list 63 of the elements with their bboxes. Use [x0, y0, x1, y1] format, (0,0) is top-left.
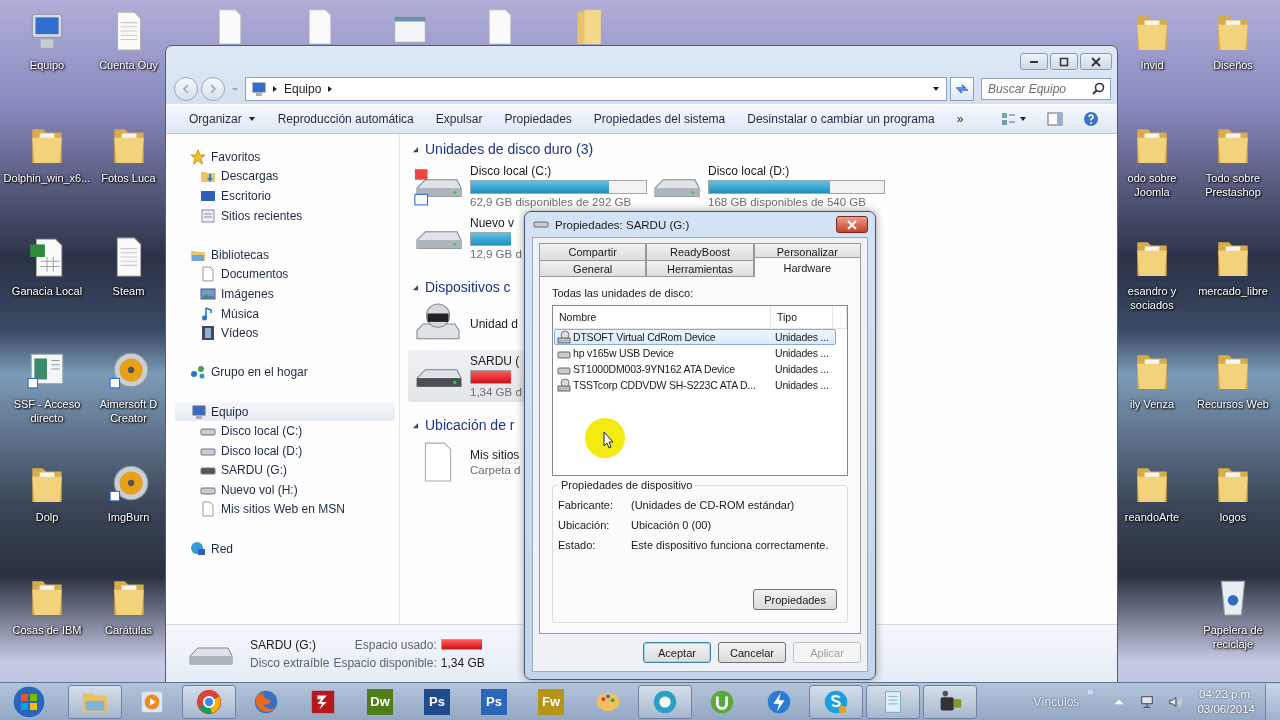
- device-name: DTSOFT Virtual CdRom Device: [573, 331, 716, 343]
- drive-detail: 62,9 GB disponibles de 292 GB: [470, 195, 633, 209]
- icon-label: Dolphin_win_x6...: [3, 171, 91, 185]
- group-heading: Dispositivos c: [425, 279, 511, 295]
- device-type: Unidades ...: [774, 331, 830, 343]
- drive-name: Disco local (D:): [708, 163, 791, 178]
- icon-label: odo sobre Joomla: [1126, 171, 1178, 199]
- device-name: hp v165w USB Device: [573, 347, 674, 359]
- icon-label: Fotos Luca: [101, 171, 156, 185]
- device-name: TSSTcorp CDDVDW SH-S223C ATA D...: [573, 379, 756, 391]
- drive-name: Nuevo v: [470, 215, 516, 230]
- dialog-title: Propiedades: SARDU (G:): [555, 218, 690, 231]
- icon-label: Diseños: [1213, 58, 1253, 72]
- field-label: Estado:: [558, 539, 597, 551]
- app-icon: Ps: [481, 688, 507, 715]
- field-value: Ubicación 0 (00): [631, 519, 712, 531]
- field-label: Espacio usado:: [353, 637, 437, 652]
- field-label: Fabricante:: [558, 499, 615, 511]
- icon-label: Steam: [112, 284, 145, 298]
- group-heading: Unidades de disco duro (3): [425, 141, 594, 157]
- icon-label: Todo sobre Prestashop: [1204, 171, 1262, 199]
- icon-label: reandoArte: [1124, 510, 1180, 524]
- app-icon: Dw: [367, 688, 393, 715]
- icon-label: ily Venza: [1130, 397, 1174, 411]
- drive-name: SARDU (G:): [250, 637, 317, 652]
- device-type: Unidades ...: [774, 363, 830, 375]
- icon-label: Papelera de reciclaje: [1202, 623, 1264, 651]
- drive-name: Mis sitios: [470, 447, 521, 462]
- icon-label: mercado_libre: [1198, 284, 1268, 298]
- field-label: Espacio disponible:: [333, 655, 437, 670]
- device-type: Unidades ...: [774, 379, 830, 391]
- icon-label: esandro y sociados: [1126, 284, 1178, 312]
- icon-label: Cosas de IBM: [12, 623, 82, 637]
- drive-type: Disco extraíble: [250, 655, 330, 670]
- drive-detail: 12,9 GB d: [470, 247, 522, 261]
- icon-label: Ganacia Local: [11, 284, 83, 298]
- field-value: (Unidades de CD-ROM estándar): [631, 499, 795, 511]
- drive-detail: Carpeta d: [470, 463, 521, 477]
- field-value: Este dispositivo funciona correctamente.: [631, 539, 829, 551]
- icon-label: Invid: [1140, 58, 1164, 72]
- app-icon: Fw: [538, 688, 564, 715]
- drive-detail: 168 GB disponibles de 540 GB: [708, 195, 867, 209]
- device-name: ST1000DM003-9YN162 ATA Device: [573, 363, 735, 375]
- app-icon: Ps: [424, 688, 450, 715]
- icon-label: SSF - Acceso directo: [12, 397, 82, 425]
- icon-label: Dolp: [35, 510, 59, 524]
- list-label: Todas las unidades de disco:: [552, 287, 695, 299]
- icon-label: Recursos Web: [1197, 397, 1269, 411]
- drive-name: Disco local (C:): [470, 163, 553, 178]
- drive-name: Unidad d: [470, 317, 519, 331]
- icon-label: Cuenta Ouy: [99, 58, 158, 72]
- field-label: Ubicación:: [558, 519, 611, 531]
- group-title: Propiedades de dispositivo: [558, 479, 696, 491]
- icon-label: Carátulas: [104, 623, 153, 637]
- icon-label: Aimersoft D Creator: [98, 397, 159, 425]
- drive-detail: 1,34 GB d: [470, 385, 522, 399]
- field-value: 1,34 GB: [440, 655, 485, 670]
- drive-name: SARDU (: [470, 353, 521, 368]
- device-type: Unidades ...: [774, 347, 830, 359]
- icon-label: logos: [1219, 510, 1247, 524]
- icon-label: Equipo: [29, 58, 65, 72]
- group-heading: Ubicación de r: [425, 417, 515, 433]
- icon-label: ImgBurn: [107, 510, 150, 524]
